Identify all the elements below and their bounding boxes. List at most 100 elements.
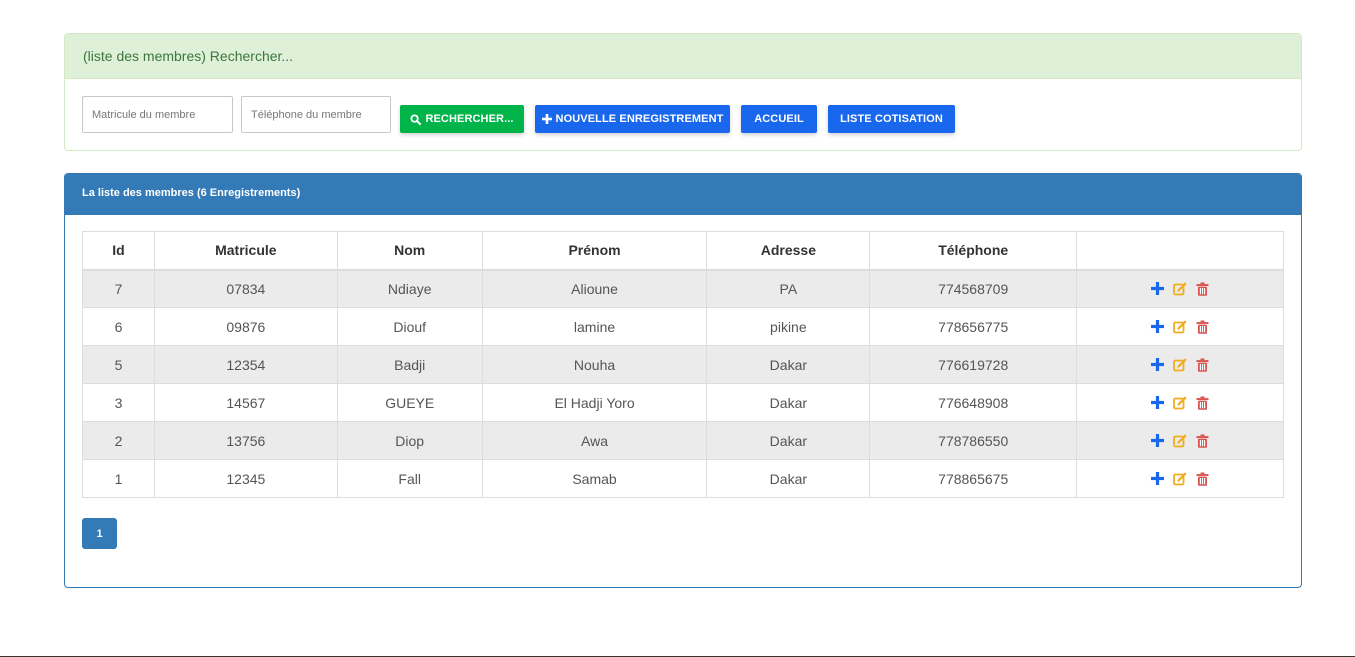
cell-telephone: 778656775 <box>869 307 1078 346</box>
trash-icon[interactable] <box>1196 282 1209 296</box>
row-actions <box>1077 396 1283 410</box>
cell-matricule: 12345 <box>153 459 338 498</box>
cell-adresse: pikine <box>706 307 871 346</box>
column-header-telephone: Téléphone <box>869 231 1078 271</box>
table-row: 2 13756 Diop Awa Dakar 778786550 <box>82 421 1284 460</box>
table-row: 1 12345 Fall Samab Dakar 778865675 <box>82 459 1284 498</box>
members-table-header: Id Matricule Nom Prénom Adresse Téléphon… <box>82 231 1284 271</box>
cell-id: 1 <box>82 459 155 498</box>
cell-matricule: 13756 <box>153 421 338 460</box>
plus-icon[interactable] <box>1151 282 1165 296</box>
cell-actions <box>1076 269 1284 308</box>
cell-actions <box>1076 383 1284 422</box>
cell-adresse: Dakar <box>706 421 871 460</box>
search-icon <box>410 113 422 125</box>
edit-icon[interactable] <box>1173 472 1187 486</box>
cell-adresse: PA <box>706 269 871 308</box>
cell-actions <box>1076 307 1284 346</box>
cell-id: 7 <box>82 269 155 308</box>
cell-nom: Diop <box>336 421 483 460</box>
row-actions <box>1077 282 1283 296</box>
edit-icon[interactable] <box>1173 434 1187 448</box>
cell-matricule: 09876 <box>153 307 338 346</box>
edit-icon[interactable] <box>1173 320 1187 334</box>
cell-telephone: 776619728 <box>869 345 1078 384</box>
cell-matricule: 14567 <box>153 383 338 422</box>
cell-actions <box>1076 459 1284 498</box>
cell-prenom: Nouha <box>481 345 708 384</box>
cell-adresse: Dakar <box>706 345 871 384</box>
plus-icon <box>541 114 552 124</box>
cell-prenom: lamine <box>481 307 708 346</box>
cell-nom: Fall <box>336 459 483 498</box>
members-table-body: 7 07834 Ndiaye Alioune PA 774568709 6 09876 Dio… <box>82 269 1284 498</box>
contributions-list-button[interactable]: LISTE COTISATION <box>828 105 955 133</box>
cell-nom: Ndiaye <box>336 269 483 308</box>
trash-icon[interactable] <box>1196 358 1209 372</box>
cell-matricule: 07834 <box>153 269 338 308</box>
cell-telephone: 778865675 <box>869 459 1078 498</box>
cell-nom: GUEYE <box>336 383 483 422</box>
row-actions <box>1077 358 1283 372</box>
trash-icon[interactable] <box>1196 396 1209 410</box>
members-panel: La liste des membres (6 Enregistrements)… <box>64 173 1302 588</box>
cell-telephone: 776648908 <box>869 383 1078 422</box>
row-actions <box>1077 434 1283 448</box>
plus-icon[interactable] <box>1151 320 1165 333</box>
row-actions <box>1077 320 1283 334</box>
cell-id: 6 <box>82 307 155 346</box>
search-panel: (liste des membres) Rechercher... RECHER… <box>64 33 1302 151</box>
cell-id: 2 <box>82 421 155 460</box>
column-header-matricule: Matricule <box>153 231 338 271</box>
cell-nom: Badji <box>336 345 483 384</box>
column-header-nom: Nom <box>336 231 483 271</box>
telephone-input[interactable] <box>241 96 391 133</box>
edit-icon[interactable] <box>1173 396 1187 410</box>
new-record-button-label: NOUVELLE ENREGISTREMENT <box>555 113 724 125</box>
cell-adresse: Dakar <box>706 459 871 498</box>
table-row: 7 07834 Ndiaye Alioune PA 774568709 <box>82 269 1284 308</box>
trash-icon[interactable] <box>1196 472 1209 486</box>
plus-icon[interactable] <box>1151 434 1165 447</box>
home-button-label: ACCUEIL <box>754 113 804 125</box>
members-panel-heading: La liste des membres (6 Enregistrements) <box>65 174 1301 215</box>
cell-actions <box>1076 421 1284 460</box>
row-actions <box>1077 472 1283 486</box>
cell-prenom: Samab <box>481 459 708 498</box>
edit-icon[interactable] <box>1173 282 1187 296</box>
search-button-label: RECHERCHER... <box>425 113 514 125</box>
search-form: RECHERCHER... NOUVELLE ENREGISTREMENT AC… <box>65 79 1301 151</box>
column-header-prenom: Prénom <box>481 231 708 271</box>
new-record-button[interactable]: NOUVELLE ENREGISTREMENT <box>535 105 730 133</box>
pagination-page-1[interactable]: 1 <box>82 518 117 549</box>
search-panel-heading: (liste des membres) Rechercher... <box>65 34 1301 79</box>
cell-telephone: 778786550 <box>869 421 1078 460</box>
cell-telephone: 774568709 <box>869 269 1078 308</box>
cell-prenom: El Hadji Yoro <box>481 383 708 422</box>
search-button[interactable]: RECHERCHER... <box>400 105 524 133</box>
cell-prenom: Alioune <box>481 269 708 308</box>
plus-icon[interactable] <box>1151 472 1165 485</box>
matricule-input[interactable] <box>82 96 233 133</box>
contributions-list-button-label: LISTE COTISATION <box>840 113 943 125</box>
column-header-id: Id <box>82 231 155 271</box>
cell-nom: Diouf <box>336 307 483 346</box>
table-row: 5 12354 Badji Nouha Dakar 776619728 <box>82 345 1284 384</box>
trash-icon[interactable] <box>1196 320 1209 334</box>
column-header-actions <box>1076 231 1284 271</box>
cell-adresse: Dakar <box>706 383 871 422</box>
cell-prenom: Awa <box>481 421 708 460</box>
table-row: 6 09876 Diouf lamine pikine 778656775 <box>82 307 1284 346</box>
table-row: 3 14567 GUEYE El Hadji Yoro Dakar 776648908 <box>82 383 1284 422</box>
edit-icon[interactable] <box>1173 358 1187 372</box>
trash-icon[interactable] <box>1196 434 1209 448</box>
plus-icon[interactable] <box>1151 358 1165 371</box>
cell-id: 3 <box>82 383 155 422</box>
table-header-row: Id Matricule Nom Prénom Adresse Téléphon… <box>82 231 1284 271</box>
cell-id: 5 <box>82 345 155 384</box>
column-header-adresse: Adresse <box>706 231 871 271</box>
members-table: Id Matricule Nom Prénom Adresse Téléphon… <box>82 231 1284 498</box>
plus-icon[interactable] <box>1151 396 1165 409</box>
home-button[interactable]: ACCUEIL <box>741 105 817 133</box>
cell-matricule: 12354 <box>153 345 338 384</box>
